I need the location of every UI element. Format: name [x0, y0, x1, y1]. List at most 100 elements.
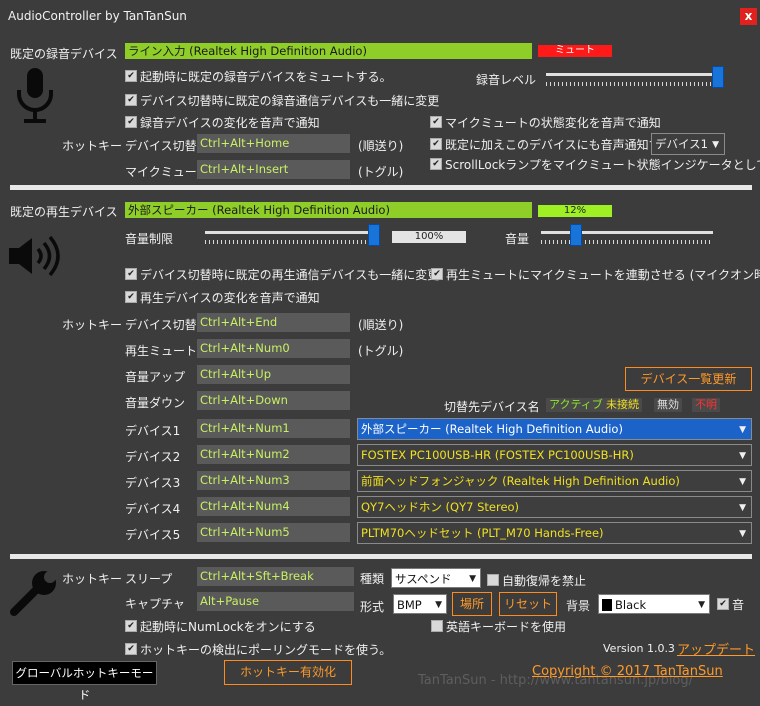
polling-mode-checkbox[interactable]: ✔ — [125, 643, 137, 655]
volume-down-label: 音量ダウン — [125, 396, 186, 410]
device1-value: 外部スピーカー (Realtek High Definition Audio) — [361, 422, 623, 436]
switch-play-comm-checkbox[interactable]: ✔ — [125, 268, 137, 280]
notify-rec-change-checkbox[interactable]: ✔ — [125, 116, 137, 128]
rec-level-thumb[interactable] — [711, 66, 724, 88]
sleep-type-value: サスペンド — [395, 572, 452, 586]
rec-hotkey-label: ホットキー — [62, 139, 123, 153]
legend-unconnected: 未接続 — [603, 398, 642, 412]
volume-thumb[interactable] — [569, 224, 582, 246]
play-mute-label: 再生ミュート — [125, 344, 198, 358]
device3-select[interactable]: 前面ヘッドフォンジャック (Realtek High Definition Au… — [357, 470, 752, 492]
volume-up-hotkey-field[interactable]: Ctrl+Alt+Up — [197, 365, 350, 384]
capture-hotkey-field[interactable]: Alt+Pause — [197, 592, 354, 611]
scrolllock-indicator-checkbox[interactable]: ✔ — [430, 158, 442, 170]
target-device-label: 切替先デバイス名 — [444, 400, 540, 414]
format-select[interactable]: BMP ▼ — [393, 594, 447, 614]
english-keyboard-checkbox[interactable] — [431, 620, 443, 632]
rec-level-label: 録音レベル — [476, 73, 537, 87]
chevron-down-icon: ▼ — [739, 425, 746, 435]
link-mic-mute-checkbox[interactable]: ✔ — [431, 268, 443, 280]
device2-select[interactable]: FOSTEX PC100USB-HR (FOSTEX PC100USB-HR) … — [357, 444, 752, 466]
section-divider — [10, 185, 752, 190]
volume-limit-thumb[interactable] — [368, 224, 380, 246]
device5-select[interactable]: PLTM70ヘッドセット (PLT_M70 Hands-Free) ▼ — [357, 522, 752, 544]
device1-hotkey-field[interactable]: Ctrl+Alt+Num1 — [197, 419, 350, 438]
device1-select[interactable]: 外部スピーカー (Realtek High Definition Audio) … — [357, 418, 752, 440]
rec-level-slider[interactable] — [546, 66, 724, 92]
sound-label: 音 — [732, 598, 745, 612]
device4-select[interactable]: QY7ヘッドホン (QY7 Stereo) ▼ — [357, 496, 752, 518]
mute-on-startup-label: 起動時に既定の録音デバイスをミュートする。 — [140, 70, 392, 84]
refresh-devices-button[interactable]: デバイス一覧更新 — [625, 367, 752, 391]
device2-label: デバイス2 — [125, 450, 181, 464]
sleep-type-label: 種類 — [360, 572, 385, 586]
also-notify-device-select[interactable]: デバイス1 ▼ — [651, 133, 725, 155]
also-notify-device-value: デバイス1 — [655, 137, 708, 151]
play-switch-hotkey-field[interactable]: Ctrl+Alt+End — [197, 313, 350, 332]
location-button[interactable]: 場所 — [452, 592, 492, 616]
chevron-down-icon: ▼ — [739, 477, 746, 487]
legend-unknown: 不明 — [692, 398, 720, 412]
close-button[interactable]: x — [740, 8, 757, 25]
mic-mute-notify-checkbox[interactable]: ✔ — [430, 116, 442, 128]
sleep-hotkey-field[interactable]: Ctrl+Alt+Sft+Break — [197, 567, 354, 586]
background-label: 背景 — [566, 599, 591, 613]
version-label: Version 1.0.3 — [603, 642, 675, 655]
device5-label: デバイス5 — [125, 528, 181, 542]
notify-play-change-checkbox[interactable]: ✔ — [125, 291, 137, 303]
device2-value: FOSTEX PC100USB-HR (FOSTEX PC100USB-HR) — [361, 448, 634, 462]
notify-play-change-label: 再生デバイスの変化を音声で通知 — [140, 291, 320, 305]
sleep-type-select[interactable]: サスペンド ▼ — [391, 568, 481, 588]
play-mute-note: (トグル) — [358, 344, 404, 358]
chevron-down-icon: ▼ — [469, 574, 476, 584]
window-title: AudioController by TanTanSun — [8, 9, 187, 23]
section-divider — [10, 554, 752, 559]
rec-section-label: 既定の録音デバイス — [10, 47, 118, 61]
enable-hotkey-button[interactable]: ホットキー有効化 — [224, 660, 352, 685]
play-device-name: 外部スピーカー (Realtek High Definition Audio) — [125, 202, 532, 218]
scrolllock-indicator-label: ScrollLockランプをマイクミュート状態インジケータとして使う — [445, 158, 760, 172]
legend-active: アクティブ — [546, 398, 606, 412]
rec-switch-hotkey-field[interactable]: Ctrl+Alt+Home — [197, 134, 350, 153]
volume-down-hotkey-field[interactable]: Ctrl+Alt+Down — [197, 391, 350, 410]
switch-rec-comm-label: デバイス切替時に既定の録音通信デバイスも一緒に変更 — [140, 94, 440, 108]
global-hotkey-mode-button[interactable]: グローバルホットキーモード — [12, 661, 157, 702]
mic-mute-note: (トグル) — [358, 165, 404, 179]
rec-switch-label: デバイス切替 — [125, 139, 197, 153]
sound-checkbox[interactable]: ✔ — [717, 598, 729, 610]
english-keyboard-label: 英語キーボードを使用 — [446, 620, 567, 634]
wrench-icon — [10, 571, 60, 616]
numlock-on-startup-checkbox[interactable]: ✔ — [125, 620, 137, 632]
volume-limit-slider[interactable] — [205, 224, 380, 250]
chevron-down-icon: ▼ — [698, 600, 705, 610]
device1-label: デバイス1 — [125, 424, 181, 438]
rec-switch-note: (順送り) — [358, 139, 404, 153]
no-auto-resume-checkbox[interactable] — [487, 574, 499, 586]
switch-play-comm-label: デバイス切替時に既定の再生通信デバイスも一緒に変更 — [140, 268, 440, 282]
play-mute-hotkey-field[interactable]: Ctrl+Alt+Num0 — [197, 339, 350, 358]
copyright-link[interactable]: Copyright © 2017 TanTanSun — [532, 664, 723, 679]
chevron-down-icon: ▼ — [739, 503, 746, 513]
background-select[interactable]: Black ▼ — [598, 594, 710, 614]
update-link[interactable]: アップデート — [677, 639, 755, 658]
volume-slider[interactable] — [541, 224, 713, 250]
device5-hotkey-field[interactable]: Ctrl+Alt+Num5 — [197, 523, 350, 542]
device4-label: デバイス4 — [125, 502, 181, 516]
mute-on-startup-checkbox[interactable]: ✔ — [125, 70, 137, 82]
device2-hotkey-field[interactable]: Ctrl+Alt+Num2 — [197, 445, 350, 464]
also-notify-label: 既定に加えこのデバイスにも音声通知する — [445, 138, 673, 152]
volume-limit-label: 音量制限 — [125, 232, 174, 246]
device3-label: デバイス3 — [125, 476, 181, 490]
capture-label: キャプチャ — [125, 597, 185, 611]
misc-hotkey-label: ホットキー — [62, 572, 123, 586]
mic-mute-hotkey-field[interactable]: Ctrl+Alt+Insert — [197, 160, 350, 179]
format-value: BMP — [397, 598, 422, 612]
mic-mute-notify-label: マイクミュートの状態変化を音声で通知 — [445, 116, 661, 130]
also-notify-checkbox[interactable]: ✔ — [430, 138, 442, 150]
device3-hotkey-field[interactable]: Ctrl+Alt+Num3 — [197, 471, 350, 490]
chevron-down-icon: ▼ — [435, 600, 442, 610]
device4-hotkey-field[interactable]: Ctrl+Alt+Num4 — [197, 497, 350, 516]
play-hotkey-label: ホットキー — [62, 318, 123, 332]
switch-rec-comm-checkbox[interactable]: ✔ — [125, 94, 137, 106]
reset-button[interactable]: リセット — [499, 592, 557, 616]
